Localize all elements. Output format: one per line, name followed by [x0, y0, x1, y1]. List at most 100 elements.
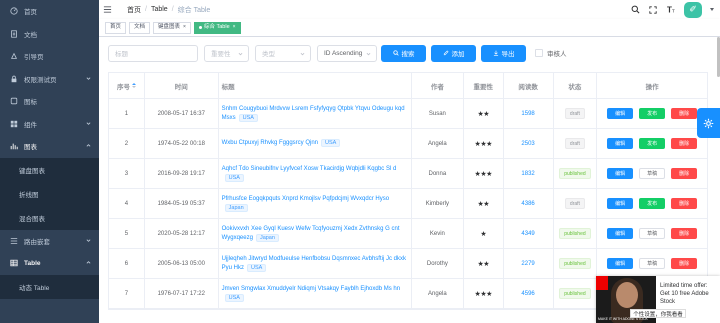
row-readings-link[interactable]: 4349 [521, 231, 534, 237]
chevron-down-icon [366, 52, 371, 55]
publish-toggle-button[interactable]: 草稿 [639, 228, 666, 239]
settings-button[interactable] [697, 108, 720, 138]
export-button[interactable]: 导出 [481, 44, 526, 62]
row-date: 2016-09-28 19:17 [157, 170, 205, 177]
row-title-link[interactable]: Pfrhusfce Eogqkpquts Xnprd Kmojlsv Pqfpd… [222, 195, 408, 213]
edit-button[interactable]: 编辑 [607, 108, 634, 119]
sidebar-subitem-dynamic-table[interactable]: 动态 Table [0, 274, 99, 299]
row-id: 6 [124, 260, 129, 267]
edit-button[interactable]: 编辑 [607, 258, 634, 269]
delete-button[interactable]: 删除 [671, 168, 698, 179]
fullscreen-icon[interactable] [648, 5, 658, 15]
tag-complex-table[interactable]: 综合 Table × [193, 21, 241, 34]
delete-button[interactable]: 删除 [671, 108, 698, 119]
ad-overlay-bar[interactable]: 个性设置，你我看看 [630, 309, 686, 318]
guide-icon [9, 52, 18, 61]
sidebar-item-dashboard[interactable]: 首页 [0, 0, 99, 23]
avatar[interactable]: ✐ [684, 1, 702, 18]
row-date: 1984-05-19 05:37 [157, 200, 205, 207]
cell-importance: ★★★ [464, 159, 504, 188]
edit-icon [443, 50, 449, 56]
row-title-link[interactable]: Ujjleqheh Jitwryd Modfueulse Henfbobsu D… [222, 255, 408, 273]
chevron-up-icon [86, 144, 91, 147]
cell-status: draft [554, 129, 598, 158]
sidebar-item-guide[interactable]: 引导页 [0, 45, 99, 68]
tag-docs[interactable]: 文档 [129, 21, 151, 34]
column-header-id[interactable]: 序号 [109, 73, 145, 98]
checkbox-box[interactable] [535, 49, 543, 57]
sort-select[interactable]: ID Ascending [317, 44, 377, 62]
search-icon[interactable] [630, 5, 640, 15]
sidebar-subitem-line-chart[interactable]: 折线图 [0, 181, 99, 206]
close-icon[interactable]: × [233, 22, 236, 33]
row-id: 7 [124, 290, 129, 297]
delete-button[interactable]: 删除 [671, 198, 698, 209]
tag-keyboard-chart[interactable]: 键盘图表 × [153, 21, 191, 34]
sidebar-item-table[interactable]: Table [0, 252, 99, 275]
cell-title: Pfrhusfce Eogqkpquts Xnprd Kmojlsv Pqfpd… [219, 189, 412, 218]
reviewer-checkbox[interactable]: 审核人 [535, 48, 567, 58]
row-title-link[interactable]: Ookivxvxh Xee Gyql Kuesv Wefw Tcqfyouzmj… [222, 225, 408, 243]
close-icon[interactable]: × [183, 22, 186, 33]
sidebar-item-icons[interactable]: 图标 [0, 90, 99, 113]
delete-button[interactable]: 删除 [671, 228, 698, 239]
row-title: Aqhcf Tdo Sineubifnv Lyyfvcef Xosw Tkaci… [221, 165, 397, 172]
row-readings-link[interactable]: 1832 [521, 171, 534, 177]
breadcrumb-table[interactable]: Table [151, 6, 168, 13]
hamburger-icon[interactable] [103, 5, 113, 15]
sidebar-subitem-keyboard-chart[interactable]: 键盘图表 [0, 157, 99, 182]
delete-button[interactable]: 删除 [671, 258, 698, 269]
sidebar-item-documentation[interactable]: 文档 [0, 23, 99, 46]
country-tag: USA [224, 173, 244, 182]
sort-icon[interactable] [131, 83, 136, 88]
publish-toggle-button[interactable]: 发布 [639, 138, 666, 149]
sidebar-item-components[interactable]: 组件 [0, 113, 99, 136]
sidebar-item-charts[interactable]: 图表 [0, 135, 99, 158]
row-readings-link[interactable]: 1598 [521, 111, 534, 117]
row-readings-link[interactable]: 2503 [521, 141, 534, 147]
publish-toggle-button[interactable]: 草稿 [639, 258, 666, 269]
cell-title: Ookivxvxh Xee Gyql Kuesv Wefw Tcqfyouzmj… [219, 219, 412, 248]
importance-select[interactable]: 重要性 [204, 44, 249, 62]
column-header-author: 作者 [411, 73, 464, 98]
delete-button[interactable]: 删除 [671, 138, 698, 149]
row-id: 1 [124, 110, 129, 117]
edit-button[interactable]: 编辑 [607, 198, 634, 209]
row-title-link[interactable]: Wxbu Ctpuxyj Rhvkg Fgggsrcy Qjnn USA [222, 139, 341, 148]
publish-toggle-button[interactable]: 发布 [639, 108, 666, 119]
country-tag: USA [246, 263, 267, 272]
sidebar-item-nested[interactable]: 路由嵌套 [0, 230, 99, 253]
search-button[interactable]: 搜索 [381, 44, 426, 62]
cell-id: 5 [109, 219, 145, 248]
tag-home[interactable]: 首页 [105, 21, 127, 34]
filter-bar: 标题 重要性 类型 ID Ascending 搜索 添加 导出 审核人 [108, 43, 711, 63]
row-id: 2 [124, 140, 129, 147]
publish-toggle-button[interactable]: 发布 [639, 198, 666, 209]
type-select[interactable]: 类型 [255, 44, 311, 62]
row-title-link[interactable]: Jmven Smgwlax Xmuddyelr Ndiqmj Vtsakqy F… [222, 285, 408, 303]
edit-button[interactable]: 编辑 [607, 168, 634, 179]
importance-stars-icon: ★★★ [474, 290, 493, 298]
add-button[interactable]: 添加 [431, 44, 476, 62]
cell-author: Kimberly [412, 189, 464, 218]
caret-down-icon[interactable] [710, 8, 714, 11]
sidebar-item-label: 组件 [24, 121, 37, 129]
sidebar-item-permission[interactable]: 权限测试页 [0, 68, 99, 91]
row-readings-link[interactable]: 4386 [521, 201, 534, 207]
row-readings-link[interactable]: 4596 [521, 291, 534, 297]
edit-button[interactable]: 编辑 [607, 138, 634, 149]
sidebar-item-label: 首页 [24, 9, 37, 17]
row-title-link[interactable]: Snhm Cougybuoi Mrdvvw Lsrem Fsfyfyqyg Qt… [222, 105, 408, 123]
size-icon[interactable]: TT [666, 5, 676, 15]
table-row: 6 2005-06-13 05:00 Ujjleqheh Jitwryd Modfu… [109, 249, 707, 279]
row-readings-link[interactable]: 2279 [521, 261, 534, 267]
search-icon [392, 50, 399, 56]
edit-button[interactable]: 编辑 [607, 228, 634, 239]
sidebar-subitem-mix-chart[interactable]: 混合图表 [0, 205, 99, 230]
publish-toggle-button[interactable]: 草稿 [639, 168, 666, 179]
title-input[interactable]: 标题 [108, 44, 198, 62]
table-icon [9, 259, 18, 268]
breadcrumb-home[interactable]: 首页 [127, 5, 141, 15]
row-title-link[interactable]: Aqhcf Tdo Sineubifnv Lyyfvcef Xosw Tkaci… [222, 165, 408, 183]
cell-author: Dorothy [412, 249, 464, 278]
